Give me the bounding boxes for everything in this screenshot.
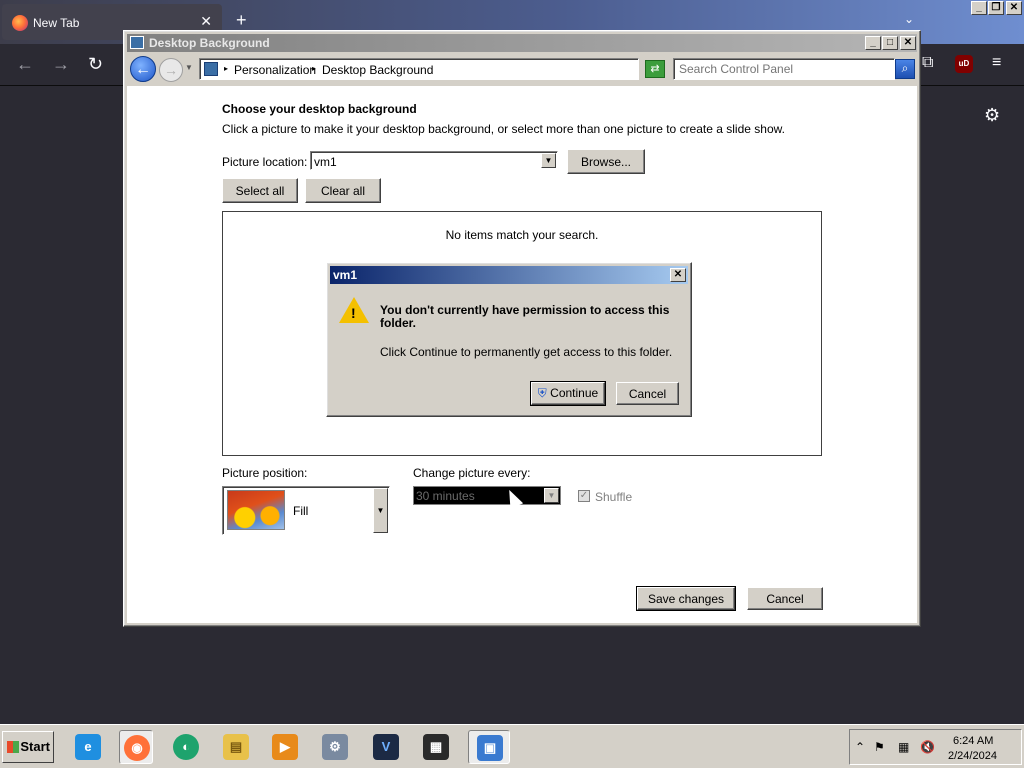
start-label: Start — [20, 739, 50, 754]
dialog-cancel-button[interactable]: Cancel — [616, 382, 679, 405]
windows-logo-icon — [7, 741, 19, 753]
folder-icon: ▤ — [223, 734, 249, 760]
action-center-flag-icon[interactable]: ⚑ — [874, 740, 885, 754]
dialog-titlebar[interactable]: vm1 ✕ — [330, 266, 688, 284]
picture-position-label: Picture position: — [222, 466, 308, 480]
control-panel-icon — [130, 36, 144, 49]
system-tray: ⌃ ⚑ ▦ 🔇 6:24 AM 2/24/2024 — [849, 729, 1022, 765]
save-changes-button[interactable]: Save changes — [636, 586, 736, 611]
maximize-button[interactable]: □ — [882, 36, 898, 50]
address-bar: ← → ▼ ▸ Personalization ▸ Desktop Backgr… — [127, 54, 917, 84]
film-icon: ▦ — [423, 734, 449, 760]
volume-muted-icon[interactable]: 🔇 — [920, 740, 935, 754]
taskbar-app-internet-explorer[interactable]: e — [71, 730, 105, 764]
taskbar-app-video-editor[interactable]: ▦ — [419, 730, 453, 764]
show-hidden-icons-icon[interactable]: ⌃ — [855, 740, 865, 754]
taskbar-app-file-explorer[interactable]: ▤ — [219, 730, 253, 764]
ublock-icon[interactable]: uD — [955, 55, 973, 73]
chevron-down-icon[interactable]: ▼ — [544, 488, 559, 503]
internet-explorer-icon: e — [75, 734, 101, 760]
clear-all-button[interactable]: Clear all — [305, 178, 381, 203]
new-tab-icon[interactable]: + — [236, 10, 247, 31]
picture-position-select[interactable]: Fill ▼ — [222, 486, 390, 535]
select-all-button[interactable]: Select all — [222, 178, 298, 203]
media-player-icon: ▶ — [272, 734, 298, 760]
back-button[interactable]: ← — [130, 56, 156, 82]
continue-button[interactable]: ⛨ Continue — [530, 381, 606, 406]
search-field[interactable] — [673, 58, 895, 80]
dialog-close-button[interactable]: ✕ — [670, 268, 686, 282]
taskbar-app-control-panel[interactable]: ⚙ — [318, 730, 352, 764]
browse-button[interactable]: Browse... — [567, 149, 645, 174]
clock-time[interactable]: 6:24 AM — [953, 735, 993, 747]
breadcrumb-arrow-icon[interactable]: ▸ — [312, 64, 316, 73]
settings-gear-icon[interactable]: ⚙ — [984, 105, 1000, 126]
control-panel-icon: ⚙ — [322, 734, 348, 760]
display-settings-icon: ▣ — [477, 735, 503, 761]
outer-close-button[interactable]: ✕ — [1006, 1, 1022, 15]
fill-preview-thumbnail — [227, 490, 285, 530]
breadcrumb-personalization[interactable]: Personalization — [234, 63, 316, 77]
extensions-icon[interactable]: ⧉ — [922, 54, 933, 72]
reload-icon[interactable]: ↻ — [88, 54, 103, 75]
change-picture-label: Change picture every: — [413, 466, 531, 480]
taskbar-app-chat[interactable]: ◐ — [169, 730, 203, 764]
permission-dialog: vm1 ✕ ! You don't currently have permiss… — [326, 262, 692, 417]
taskbar-app-media-player[interactable]: ▶ — [268, 730, 302, 764]
search-input[interactable] — [679, 62, 889, 76]
uac-shield-icon: ⛨ — [537, 386, 547, 400]
picture-location-value: vm1 — [314, 155, 337, 169]
browser-tab-title: New Tab — [33, 16, 80, 30]
change-picture-value: 30 minutes — [416, 489, 475, 503]
page-subtitle: Click a picture to make it your desktop … — [222, 122, 785, 136]
picture-location-select[interactable]: vm1 ▼ — [310, 151, 558, 170]
window-title: Desktop Background — [149, 36, 270, 50]
breadcrumb-desktop-background[interactable]: Desktop Background — [322, 63, 433, 77]
window-titlebar[interactable]: Desktop Background _ □ ✕ — [127, 34, 917, 52]
dialog-heading: You don't currently have permission to a… — [380, 303, 670, 330]
close-tab-icon[interactable]: ✕ — [200, 13, 212, 30]
shuffle-checkbox[interactable]: ✓ — [578, 490, 590, 502]
visual-studio-icon: V — [373, 734, 399, 760]
warning-mark: ! — [351, 305, 356, 321]
back-icon[interactable]: ← — [16, 54, 34, 75]
search-icon[interactable]: ⌕ — [895, 59, 915, 79]
page-title: Choose your desktop background — [222, 102, 417, 116]
control-panel-icon — [204, 62, 218, 76]
chat-icon: ◐ — [173, 734, 199, 760]
cancel-button[interactable]: Cancel — [747, 587, 823, 610]
taskbar: Start e ◉ ◐ ▤ ▶ ⚙ V ▦ ▣ ⌃ ⚑ ▦ 🔇 6:24 AM … — [0, 724, 1024, 768]
menu-icon[interactable]: ≡ — [992, 54, 1001, 72]
firefox-icon: ◉ — [124, 735, 150, 761]
recent-pages-dropdown-icon[interactable]: ▼ — [185, 63, 193, 72]
list-tabs-icon[interactable]: ⌄ — [904, 12, 914, 26]
taskbar-app-display-settings[interactable]: ▣ — [468, 730, 510, 764]
start-button[interactable]: Start — [2, 731, 54, 763]
continue-button-label: Continue — [550, 386, 599, 400]
taskbar-app-visual-studio[interactable]: V — [369, 730, 403, 764]
minimize-button[interactable]: _ — [865, 36, 881, 50]
outer-restore-button[interactable]: ❐ — [988, 1, 1004, 15]
change-picture-select[interactable]: 30 minutes ▼ — [413, 486, 561, 505]
taskbar-app-firefox[interactable]: ◉ — [119, 730, 153, 764]
picture-location-label: Picture location: — [222, 155, 308, 169]
firefox-icon — [12, 15, 28, 31]
picture-position-value: Fill — [293, 504, 309, 518]
dialog-title: vm1 — [333, 268, 358, 282]
empty-message: No items match your search. — [445, 228, 599, 242]
chevron-down-icon[interactable]: ▼ — [373, 488, 388, 533]
refresh-icon[interactable]: ⇄ — [645, 60, 665, 78]
breadcrumb-arrow-icon[interactable]: ▸ — [224, 64, 228, 73]
dialog-body: Click Continue to permanently get access… — [380, 345, 673, 359]
clock-date[interactable]: 2/24/2024 — [948, 750, 997, 762]
network-icon[interactable]: ▦ — [898, 740, 909, 754]
forward-icon[interactable]: → — [52, 54, 70, 75]
forward-button[interactable]: → — [159, 58, 183, 82]
chevron-down-icon[interactable]: ▼ — [541, 153, 556, 168]
outer-minimize-button[interactable]: _ — [971, 1, 987, 15]
close-button[interactable]: ✕ — [900, 36, 916, 50]
shuffle-label: Shuffle — [595, 490, 633, 504]
address-field[interactable]: ▸ Personalization ▸ Desktop Background ▼ — [199, 58, 706, 80]
